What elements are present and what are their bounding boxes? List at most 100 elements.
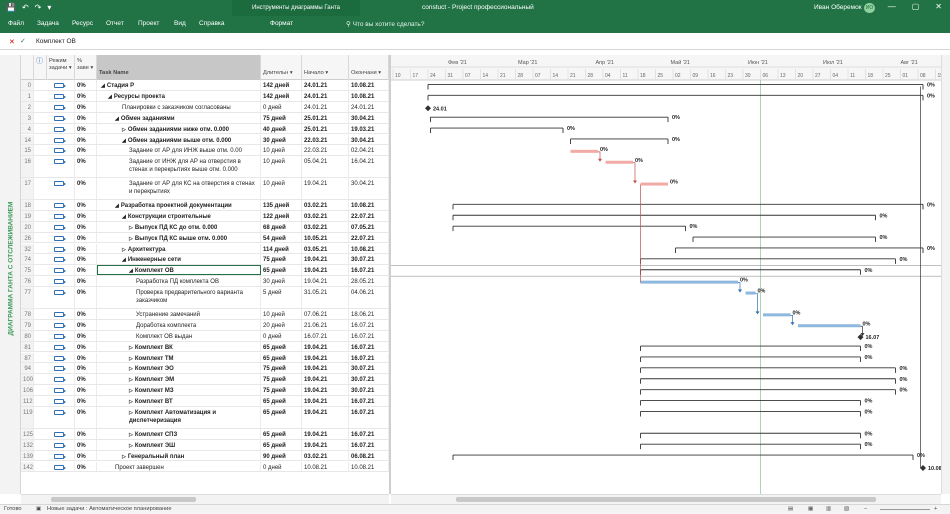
duration[interactable]: 65 дней (261, 407, 302, 428)
zoom-out-icon[interactable]: − (864, 506, 867, 512)
row-id[interactable]: 17 (21, 178, 34, 199)
row-id[interactable]: 32 (21, 243, 34, 254)
duration[interactable]: 122 дней (261, 210, 302, 221)
duration[interactable]: 20 дней (261, 319, 302, 330)
table-row[interactable]: 78 0% Устранение замечаний 10 дней 07.06.21 1… (21, 308, 389, 320)
start-date[interactable]: 19.04.21 (302, 254, 349, 265)
customize-icon[interactable]: ▾ (47, 3, 51, 12)
task-name[interactable]: ◢ Конструкции строительные (97, 210, 261, 221)
task-mode[interactable] (47, 265, 75, 276)
task-name[interactable]: ▷ Комплект ВК (97, 341, 261, 352)
table-row[interactable]: 16 0% Задание от ИНЖ для АР на отверстия в… (21, 156, 389, 179)
expand-icon[interactable]: ▷ (129, 388, 133, 394)
percent-complete[interactable]: 0% (75, 308, 97, 319)
undo-icon[interactable]: ↶ (22, 3, 29, 12)
percent-complete[interactable]: 0% (75, 428, 97, 439)
header-task-mode[interactable]: Режим задачи ▾ (47, 55, 75, 80)
row-id[interactable]: 77 (21, 287, 34, 308)
percent-complete[interactable]: 0% (75, 80, 97, 90)
finish-date[interactable]: 24.01.21 (349, 101, 389, 112)
collapse-icon[interactable]: ◢ (122, 214, 126, 220)
percent-complete[interactable]: 0% (75, 439, 97, 450)
gantt-view-icon[interactable]: ▤ (788, 506, 793, 512)
task-mode[interactable] (47, 385, 75, 396)
task-name[interactable]: Доработка комплекта (97, 319, 261, 330)
table-row[interactable]: 80 0% Комплект ОВ выдан 0 дней 16.07.21 16.07… (21, 330, 389, 342)
finish-date[interactable]: 10.08.21 (349, 243, 389, 254)
finish-date[interactable]: 30.07.21 (349, 385, 389, 396)
minimize-icon[interactable]: — (888, 2, 896, 11)
collapse-icon[interactable]: ◢ (122, 257, 126, 263)
table-row[interactable]: 112 0% ▷ Комплект ВТ 65 дней 19.04.21 16.07.21 (21, 396, 389, 407)
expand-icon[interactable]: ▷ (129, 356, 133, 362)
duration[interactable]: 65 дней (261, 428, 302, 439)
duration[interactable]: 142 дней (261, 90, 302, 101)
header-start[interactable]: Начало ▾ (302, 55, 349, 80)
table-row[interactable]: 4 0% ▷ Обмен заданиями ниже отм. 0.000 40 дн… (21, 123, 389, 135)
start-date[interactable]: 03.02.21 (302, 450, 349, 461)
row-id[interactable]: 76 (21, 276, 34, 287)
finish-date[interactable]: 06.08.21 (349, 450, 389, 461)
task-name[interactable]: Проект завершен (97, 461, 261, 472)
task-name[interactable]: Задание от ИНЖ для АР на отверстия в сте… (97, 156, 261, 178)
task-name[interactable]: ▷ Комплект ТМ (97, 352, 261, 363)
finish-date[interactable]: 16.07.21 (349, 341, 389, 352)
task-name[interactable]: Задание от АР для ИНЖ выше отм. 0.00 (97, 145, 261, 156)
percent-complete[interactable]: 0% (75, 276, 97, 287)
row-id[interactable]: 132 (21, 439, 34, 450)
task-name[interactable]: Проверка предварительного варианта заказ… (97, 287, 261, 308)
table-row[interactable]: 94 0% ▷ Комплект ЭО 75 дней 19.04.21 30.07.21 (21, 363, 389, 375)
table-row[interactable]: 1 0% ◢ Ресурсы проекта 142 дней 24.01.21 10.08… (21, 90, 389, 102)
task-mode[interactable] (47, 450, 75, 461)
finish-date[interactable]: 16.07.21 (349, 330, 389, 341)
percent-complete[interactable]: 0% (75, 123, 97, 134)
redo-icon[interactable]: ↷ (35, 3, 42, 12)
start-date[interactable]: 05.04.21 (302, 156, 349, 178)
maximize-icon[interactable]: ▢ (912, 2, 920, 11)
tab-resource[interactable]: Ресурс (72, 20, 93, 27)
percent-complete[interactable]: 0% (75, 330, 97, 341)
finish-date[interactable]: 30.04.21 (349, 134, 389, 145)
task-mode[interactable] (47, 407, 75, 428)
table-row[interactable]: 2 0% Планировки с заказчиком согласованы 0 … (21, 101, 389, 113)
task-name[interactable]: ▷ Комплект ЭШ (97, 439, 261, 450)
finish-date[interactable]: 28.05.21 (349, 276, 389, 287)
row-id[interactable]: 16 (21, 156, 34, 178)
percent-complete[interactable]: 0% (75, 374, 97, 385)
finish-date[interactable]: 10.08.21 (349, 90, 389, 101)
finish-date[interactable]: 16.07.21 (349, 396, 389, 406)
task-usage-icon[interactable]: ▦ (808, 506, 813, 512)
duration[interactable]: 10 дней (261, 308, 302, 319)
scroll-thumb[interactable] (51, 497, 196, 502)
duration[interactable]: 10 дней (261, 156, 302, 178)
start-date[interactable]: 21.06.21 (302, 319, 349, 330)
percent-complete[interactable]: 0% (75, 265, 97, 276)
header-percent-complete[interactable]: % заве ▾ (75, 55, 97, 80)
task-mode[interactable] (47, 319, 75, 330)
start-date[interactable]: 19.04.21 (302, 396, 349, 406)
table-row[interactable]: 100 0% ▷ Комплект ЭМ 75 дней 19.04.21 30.07.21 (21, 374, 389, 386)
start-date[interactable]: 25.01.21 (302, 112, 349, 123)
table-row[interactable]: 26 0% ▷ Выпуск ПД КС выше отм. 0.000 54 дней… (21, 232, 389, 244)
start-date[interactable]: 19.04.21 (302, 341, 349, 352)
task-mode[interactable] (47, 134, 75, 145)
duration[interactable]: 40 дней (261, 123, 302, 134)
header-finish[interactable]: Окончани ▾ (349, 55, 389, 80)
task-name[interactable]: ◢ Обмен заданиями выше отм. 0.000 (97, 134, 261, 145)
user-name[interactable]: Иван Оберемок (814, 4, 862, 11)
task-name[interactable]: ▷ Генеральный план (97, 450, 261, 461)
expand-icon[interactable]: ▷ (129, 443, 133, 449)
finish-date[interactable]: 22.07.21 (349, 210, 389, 221)
accept-icon[interactable]: ✓ (20, 37, 26, 45)
percent-complete[interactable]: 0% (75, 156, 97, 178)
duration[interactable]: 75 дней (261, 254, 302, 265)
header-duration[interactable]: Длительн ▾ (261, 55, 302, 80)
duration[interactable]: 0 дней (261, 101, 302, 112)
percent-complete[interactable]: 0% (75, 407, 97, 428)
collapse-icon[interactable]: ◢ (115, 203, 119, 209)
start-date[interactable]: 10.08.21 (302, 461, 349, 472)
task-name[interactable]: ▷ Обмен заданиями ниже отм. 0.000 (97, 123, 261, 134)
percent-complete[interactable]: 0% (75, 319, 97, 330)
row-id[interactable]: 4 (21, 123, 34, 134)
finish-date[interactable]: 30.04.21 (349, 178, 389, 199)
